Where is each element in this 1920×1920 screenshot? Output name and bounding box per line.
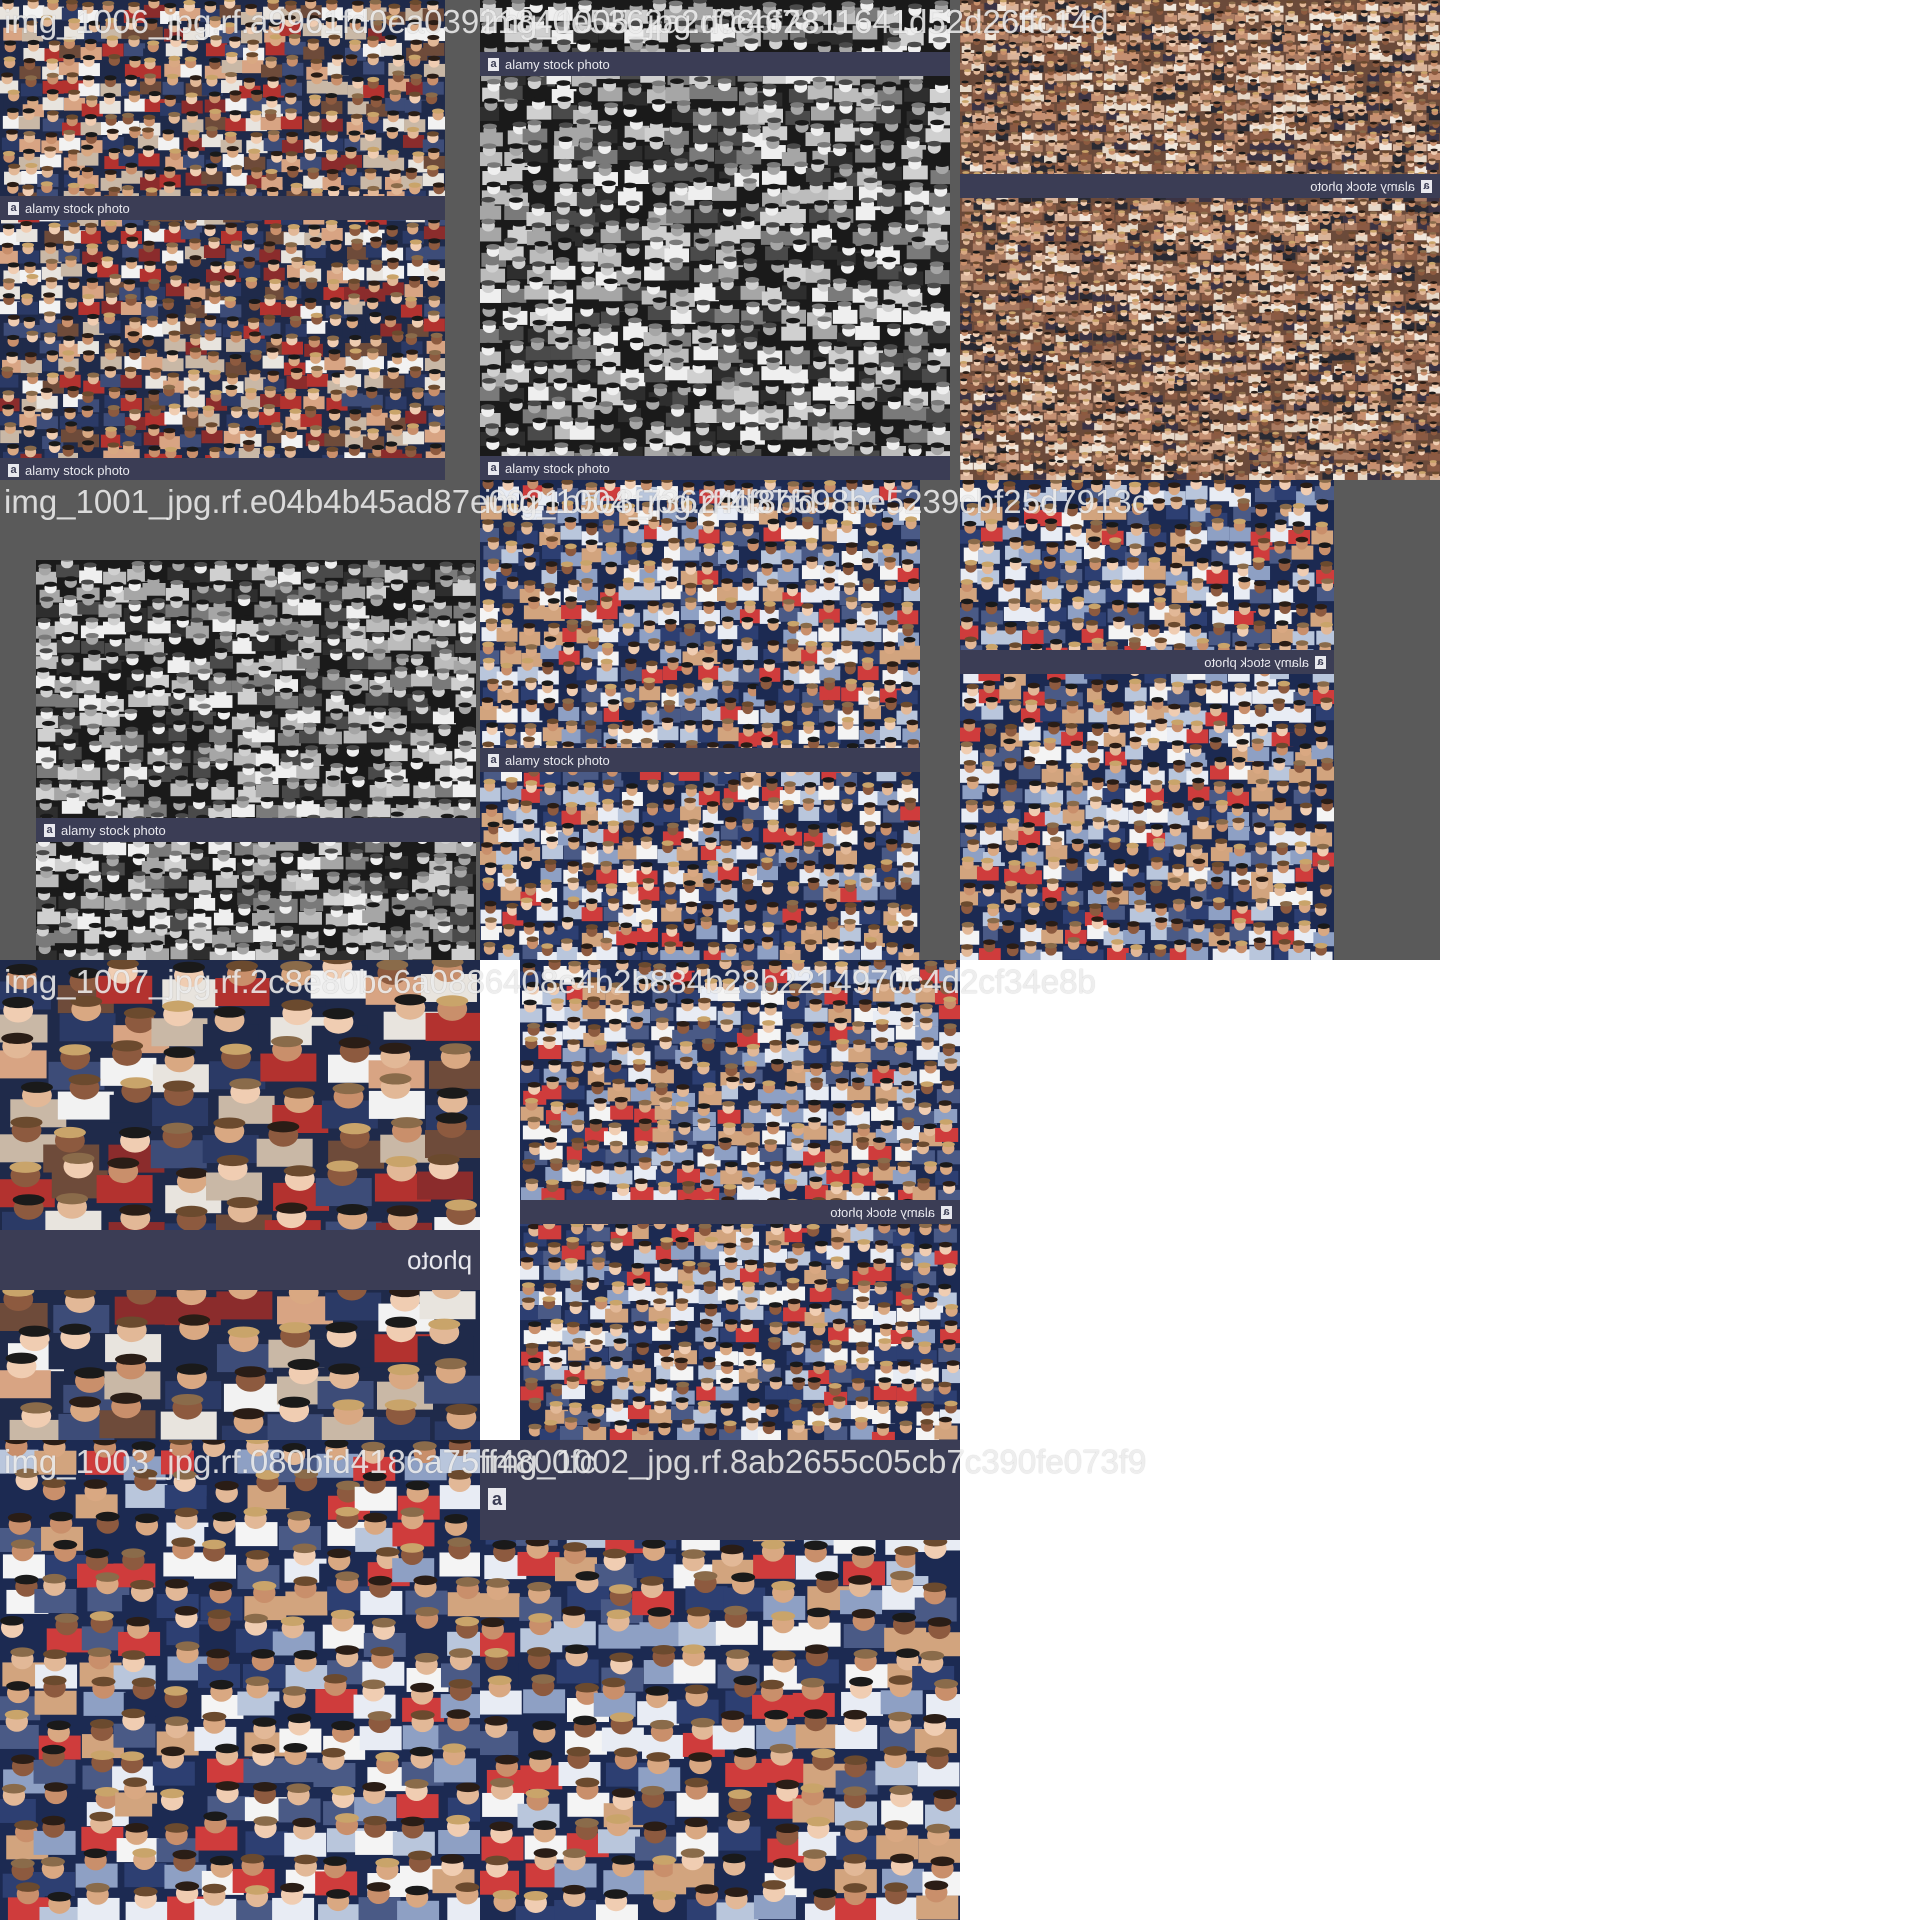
watermark-text: alamy stock photo (505, 56, 610, 72)
tile-photo: photo (0, 960, 480, 1440)
tile-photo: a alamy stock photo (960, 480, 1440, 960)
image-tile[interactable]: a img_1002_jpg.rf.8ab2655c05cb7c390fe073… (480, 1440, 1146, 1920)
watermark-band: a alamy stock photo (960, 650, 1334, 674)
crowd-photo (0, 1440, 480, 1920)
crowd-photo (960, 0, 1440, 480)
tile-photo (0, 1440, 480, 1920)
image-tile[interactable]: aalamy stock photo img_1001_jpg.rf.e04b4… (0, 480, 817, 960)
tile-photo: a alamy stock photo (480, 960, 960, 1440)
alamy-logo-icon: a (1315, 655, 1326, 669)
watermark-text: photo (406, 1244, 472, 1275)
tile-photo: a (480, 1440, 960, 1920)
watermark-text: alamy stock photo (505, 460, 610, 476)
watermark-text: alamy stock photo (1204, 654, 1309, 670)
watermark-text: alamy stock photo (25, 200, 130, 216)
watermark-band: a alamy stock photo (520, 1200, 960, 1224)
alamy-logo-icon: a (1421, 179, 1432, 193)
watermark-band: a alamy stock photo (480, 748, 920, 772)
alamy-logo-icon: a (488, 1488, 506, 1510)
tile-photo: a alamy stock photo a alamy stock photo (0, 0, 480, 480)
alamy-logo-icon: a (488, 461, 499, 475)
watermark-band: a alamy stock photo (0, 458, 445, 480)
crowd-photo (0, 960, 480, 1440)
crowd-photo (480, 480, 920, 960)
watermark-band: a alamy stock photo (960, 174, 1440, 198)
image-tile[interactable]: img_1003_jpg.rf.080bfd4186a75ff4800fc (0, 1440, 596, 1920)
image-grid: a alamy stock photo a alamy stock photo im… (0, 0, 1920, 1920)
tile-photo: a alamy stock photo a alamy stock photo (480, 0, 960, 480)
tile-photo: a alamy stock photo (0, 480, 480, 960)
watermark-band: a alamy stock photo (0, 196, 445, 220)
watermark-text: alamy stock photo (505, 752, 610, 768)
tile-photo: a alamy stock photo (960, 0, 1440, 480)
crowd-photo (960, 480, 1334, 960)
alamy-logo-icon: a (8, 201, 19, 215)
alamy-logo-icon: a (941, 1205, 952, 1219)
image-tile[interactable]: aalamy stock photo img_1007_jpg.rf.2c8e8… (480, 960, 960, 1440)
watermark-text: alamy stock photo (1310, 178, 1415, 194)
watermark-band: a (480, 1440, 960, 1540)
alamy-logo-icon: a (488, 57, 499, 71)
alamy-logo-icon: a (44, 823, 55, 837)
image-tile[interactable]: aalamy stock photo img_1001_jpg.rf.e04b4… (480, 480, 960, 960)
watermark-text: alamy stock photo (61, 822, 166, 838)
image-tile[interactable]: photo img_1007_jpg.rf.2c8e80bc6a0886408e… (0, 960, 1096, 1440)
watermark-text: alamy stock photo (25, 462, 130, 478)
watermark-text: alamy stock photo (830, 1204, 935, 1220)
image-tile[interactable]: a alamy stock photo a alamy stock photo im… (480, 0, 1108, 480)
watermark-band: a alamy stock photo (480, 52, 950, 76)
tile-photo: a alamy stock photo (480, 480, 960, 960)
crowd-photo (0, 0, 445, 480)
image-tile[interactable]: a alamy stock photo img_1004_jpg.rf.4f8b5… (484, 480, 1440, 960)
watermark-band: photo (0, 1230, 480, 1290)
alamy-logo-icon: a (488, 753, 499, 767)
image-tile[interactable]: aalamy stock photo img_1005_jpg.rf.c4628… (960, 0, 1440, 480)
watermark-band: a alamy stock photo (480, 456, 950, 480)
tile-padding (1334, 480, 1440, 960)
watermark-band: a alamy stock photo (36, 818, 480, 842)
crowd-photo (36, 560, 476, 960)
alamy-logo-icon: a (8, 463, 19, 477)
image-tile[interactable]: a alamy stock photo a alamy stock photo im… (0, 0, 819, 480)
